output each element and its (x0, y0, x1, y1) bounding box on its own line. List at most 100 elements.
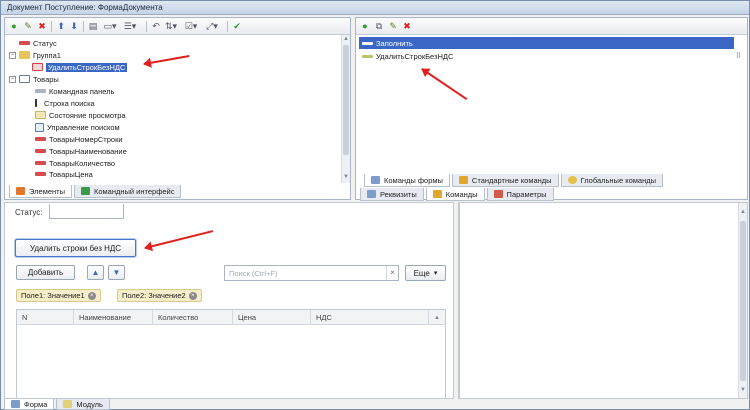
attributes-icon (367, 190, 376, 198)
layout-icon[interactable]: ▭▾ (103, 21, 116, 32)
tree-item-quantity[interactable]: ТоварыКоличество (35, 157, 115, 169)
tree-item-search-string[interactable]: Строка поиска (35, 97, 95, 109)
tab-label: Стандартные команды (471, 175, 552, 185)
global-commands-icon (567, 176, 577, 184)
tab-label: Реквизиты (380, 189, 417, 199)
delete-icon[interactable]: ✖ (401, 21, 413, 32)
tab-parameters[interactable]: Параметры (486, 188, 554, 201)
search-placeholder: Поиск (Ctrl+F) (229, 269, 278, 278)
move-down-button[interactable]: ▼ (108, 265, 125, 280)
add-icon[interactable]: ● (359, 21, 371, 32)
elements-toolbar: ● ✎ ✖ ⬆ ⬇ ▤ ▭▾ ☰▾ ↶ ⇅▾ ☑▾ ⤢▾ ✔ (5, 18, 350, 35)
collapse-icon[interactable]: − (9, 51, 16, 59)
tab-global-commands[interactable]: Глобальные команды (560, 174, 663, 187)
tab-label: Команды формы (384, 175, 443, 185)
tree-item-status[interactable]: Статус (19, 37, 57, 49)
column-header-number[interactable]: N (17, 310, 74, 325)
scroll-thumb[interactable] (740, 221, 746, 381)
tree-item-command-bar[interactable]: Командная панель (35, 85, 114, 97)
remove-chip-icon[interactable]: × (188, 291, 197, 300)
arrow-down-icon: ▼ (112, 268, 121, 277)
check-icon[interactable]: ✔ (231, 21, 243, 32)
tab-label: Форма (24, 399, 48, 409)
tree-item-label: УдалитьСтрокБезНДС (44, 61, 129, 73)
toolbar-separator (51, 21, 52, 32)
column-header-vat[interactable]: НДС (311, 310, 429, 325)
tab-form-commands[interactable]: Команды формы (364, 174, 450, 187)
command-item-delete[interactable]: УдалитьСтрокБезНДС ⠿ (359, 50, 745, 62)
checkbox-icon[interactable]: ☑▾ (185, 21, 198, 32)
tab-elements[interactable]: Элементы (9, 185, 72, 198)
tree-item-delete-command[interactable]: УдалитьСтрокБезНДС (32, 61, 129, 73)
tree-item-line-number[interactable]: ТоварыНомерСтроки (35, 133, 123, 145)
edit-icon[interactable]: ✎ (22, 21, 34, 32)
tab-command-interface[interactable]: Командный интерфейс (73, 185, 182, 198)
field-icon (35, 149, 46, 153)
tab-form[interactable]: Форма (4, 399, 55, 410)
align-icon[interactable]: ⇅▾ (165, 21, 177, 32)
arrow-up-icon: ▲ (91, 268, 100, 277)
format-icon[interactable]: ☰▾ (124, 21, 137, 32)
scroll-up-icon[interactable]: ▲ (739, 209, 747, 217)
goods-table[interactable]: N Наименование Количество Цена НДС ▲ (16, 309, 446, 399)
delete-icon[interactable]: ✖ (36, 21, 48, 32)
tree-item-search-control[interactable]: Управление поиском (35, 121, 120, 133)
command-interface-icon (80, 187, 90, 195)
search-input[interactable]: Поиск (Ctrl+F) × (224, 265, 399, 281)
scroll-down-icon[interactable]: ▼ (342, 174, 350, 182)
tab-standard-commands[interactable]: Стандартные команды (451, 174, 559, 187)
search-field-icon (35, 99, 41, 107)
move-down-icon[interactable]: ⬇ (68, 21, 80, 32)
tree-item-view-state[interactable]: Состояние просмотра (35, 109, 126, 121)
more-label: Еще (413, 268, 430, 278)
clear-search-icon[interactable]: × (386, 266, 398, 280)
tab-label: Командный интерфейс (93, 186, 175, 196)
undo-icon[interactable]: ↶ (150, 21, 162, 32)
elements-tabs: Элементы Командный интерфейс (9, 185, 183, 198)
column-header-quantity[interactable]: Количество (153, 310, 233, 325)
add-button[interactable]: Добавить (16, 265, 75, 280)
column-header-name[interactable]: Наименование (74, 310, 153, 325)
folder-icon (19, 51, 30, 59)
more-button[interactable]: Еще ▾ (405, 265, 446, 281)
tab-commands[interactable]: Команды (425, 188, 485, 201)
header-scroll-arrow-icon[interactable]: ▲ (429, 310, 445, 325)
command-icon (362, 54, 373, 58)
remove-chip-icon[interactable]: × (87, 291, 96, 300)
add-icon[interactable]: ● (8, 21, 20, 32)
resize-icon[interactable]: ⤢▾ (206, 21, 218, 32)
form-scrollbar[interactable]: ▲ ▼ (738, 203, 747, 398)
field-icon (35, 172, 46, 176)
tab-attributes[interactable]: Реквизиты (360, 188, 424, 201)
form-commands-icon (371, 176, 380, 184)
commands-icon (432, 190, 442, 198)
tab-module[interactable]: Модуль (56, 399, 110, 410)
tree-item-group1[interactable]: − Группа1 (9, 49, 61, 61)
move-up-icon[interactable]: ⬆ (55, 21, 67, 32)
filter-chip-field2[interactable]: Поле2: Значение2 × (117, 289, 202, 302)
move-up-button[interactable]: ▲ (87, 265, 104, 280)
copy-icon[interactable]: ⧉ (373, 21, 385, 32)
scroll-down-icon[interactable]: ▼ (739, 387, 747, 395)
properties-icon[interactable]: ▤ (87, 21, 99, 32)
command-label: Заполнить (376, 38, 413, 48)
scroll-thumb[interactable] (343, 45, 349, 155)
collapse-icon[interactable]: − (9, 75, 16, 83)
command-item-fill[interactable]: Заполнить (359, 37, 734, 49)
designer-window: Документ Поступление: ФормаДокумента ● ✎… (0, 0, 750, 410)
column-header-price[interactable]: Цена (233, 310, 311, 325)
commands-panel: ● ⧉ ✎ ✖ Заполнить УдалитьСтрокБезНДС ⠿ К… (355, 17, 748, 201)
elements-scrollbar[interactable]: ▲ ▼ (341, 35, 350, 183)
tree-item-label: ТоварыНомерСтроки (49, 134, 123, 144)
tree-item-label: Состояние просмотра (49, 110, 126, 120)
tree-item-price[interactable]: ТоварыЦена (35, 169, 93, 179)
filter-chip-field1[interactable]: Поле1: Значение1 × (16, 289, 101, 302)
scroll-up-icon[interactable]: ▲ (342, 36, 350, 44)
module-tabs: Форма Модуль (4, 399, 112, 410)
edit-icon[interactable]: ✎ (387, 21, 399, 32)
tree-item-goods[interactable]: − Товары (9, 73, 59, 85)
field-icon (19, 41, 30, 45)
delete-rows-without-vat-button[interactable]: Удалить строки без НДС (15, 239, 136, 257)
tree-item-name[interactable]: ТоварыНаименование (35, 145, 127, 157)
status-input[interactable] (49, 204, 124, 219)
